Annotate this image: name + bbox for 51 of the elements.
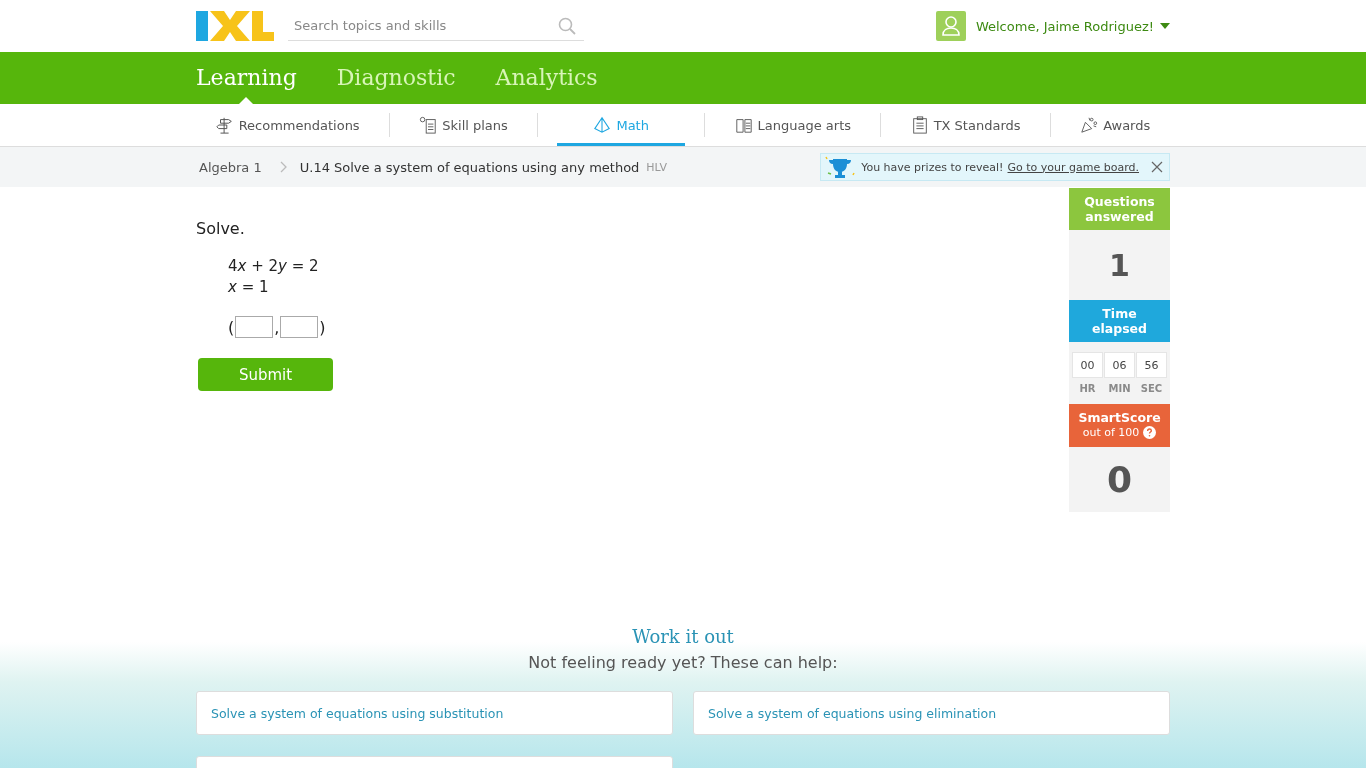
timer-value: 56 bbox=[1136, 352, 1167, 378]
help-icon[interactable] bbox=[1143, 426, 1157, 439]
question-prompt: Solve. bbox=[196, 219, 246, 238]
close-icon[interactable] bbox=[1151, 161, 1163, 173]
signpost-icon bbox=[215, 116, 234, 134]
smartscore-value: 0 bbox=[1105, 458, 1134, 502]
ixl-logo[interactable] bbox=[196, 11, 274, 41]
skill-link-card[interactable]: Solve a system of equations using substitution bbox=[196, 691, 673, 735]
skill-code: HLV bbox=[646, 160, 668, 174]
questions-answered-label: Questions answered bbox=[1069, 188, 1170, 230]
search-icon[interactable] bbox=[558, 17, 576, 35]
subject-tab[interactable]: Recommendations bbox=[205, 104, 370, 146]
subject-tab[interactable]: Awards bbox=[1070, 104, 1161, 146]
answer-box[interactable] bbox=[235, 316, 274, 338]
smartscore-label: SmartScore bbox=[1077, 410, 1162, 425]
clipboard-icon bbox=[910, 116, 929, 134]
prize-message: You have prizes to reveal! bbox=[861, 160, 1004, 174]
equation: 4x + 2y = 2 bbox=[228, 256, 320, 277]
game-board-link[interactable]: Go to your game board. bbox=[1007, 160, 1139, 174]
pyramid-icon bbox=[593, 116, 612, 134]
close-paren: ) bbox=[319, 317, 326, 337]
open-paren: ( bbox=[228, 317, 235, 337]
answer-box[interactable] bbox=[280, 316, 319, 338]
subject-tab[interactable]: Language arts bbox=[724, 104, 862, 146]
subject-tab[interactable]: TX Standards bbox=[900, 104, 1031, 146]
time-elapsed-label: Time elapsed bbox=[1069, 300, 1170, 342]
subject-tab[interactable]: Skill plans bbox=[409, 104, 518, 146]
section-subtitle: Not feeling ready yet? These can help: bbox=[527, 653, 839, 672]
skill-title: U.14 Solve a system of equations using any method bbox=[299, 159, 640, 175]
timer-unit: MIN bbox=[1108, 383, 1131, 394]
breadcrumb-link[interactable]: Algebra 1 bbox=[199, 159, 262, 175]
search-field[interactable]: Search topics and skills bbox=[288, 11, 584, 41]
timer-unit: SEC bbox=[1140, 383, 1163, 394]
timer-value: 06 bbox=[1104, 352, 1135, 378]
book-icon bbox=[734, 116, 753, 134]
checklist-icon bbox=[419, 116, 438, 134]
party-popper-icon bbox=[1080, 116, 1099, 134]
smartscore-scale: out of 100 bbox=[1082, 425, 1140, 440]
account-menu[interactable]: Welcome, Jaime Rodriguez! bbox=[975, 18, 1170, 34]
submit-button[interactable]: Submit bbox=[198, 358, 333, 391]
skill-link-card[interactable]: Solve a system of equations using elimination bbox=[693, 691, 1170, 735]
timer-unit: HR bbox=[1079, 383, 1096, 394]
chevron-right-icon bbox=[279, 161, 288, 173]
comma: , bbox=[274, 317, 280, 337]
trophy-icon bbox=[823, 155, 858, 179]
main-nav-tab[interactable]: Learning bbox=[196, 52, 297, 104]
equation: x = 1 bbox=[228, 277, 270, 298]
questions-answered-count: 1 bbox=[1108, 246, 1131, 285]
section-heading: Work it out bbox=[631, 626, 735, 647]
timer-value: 00 bbox=[1072, 352, 1103, 378]
avatar-icon[interactable] bbox=[935, 11, 966, 41]
